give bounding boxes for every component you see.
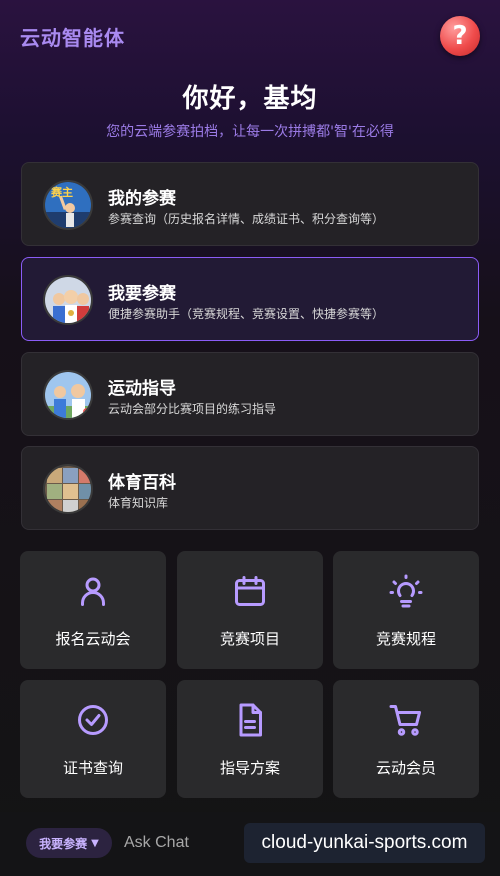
cart-icon xyxy=(389,705,421,736)
tile-label: 竞赛项目 xyxy=(219,630,280,648)
card-description: 云动会部分比赛项目的练习指导 xyxy=(108,402,277,416)
tile-label: 云动会员 xyxy=(375,759,436,777)
tile-competition-rules[interactable]: 竞赛规程 xyxy=(333,551,479,669)
help-glyph: ? xyxy=(452,21,468,51)
check-circle-icon xyxy=(78,705,108,735)
avatar-text: 赛主 xyxy=(50,185,73,199)
greeting-title: 你好，基均 xyxy=(182,84,318,114)
mode-dropdown-button[interactable]: 我要参赛 ▼ xyxy=(26,828,112,858)
card-title: 我的参赛 xyxy=(108,189,176,209)
tile-register[interactable]: 报名云动会 xyxy=(20,551,166,669)
document-icon xyxy=(239,703,262,737)
card-description: 便捷参赛助手（竞赛规程、竞赛设置、快捷参赛等） xyxy=(108,307,385,321)
avatar: 赛主 xyxy=(43,180,93,230)
chevron-down-icon: ▼ xyxy=(91,837,99,849)
avatar xyxy=(43,464,93,514)
avatar xyxy=(43,275,93,325)
tile-label: 指导方案 xyxy=(219,759,280,777)
top-bar: 云动智能体 ? xyxy=(0,0,500,72)
avatar xyxy=(43,370,93,420)
tile-certificate-query[interactable]: 证书查询 xyxy=(20,680,166,798)
watermark: cloud-yunkai-sports.com xyxy=(244,823,485,863)
tile-membership[interactable]: 云动会员 xyxy=(333,680,479,798)
tile-label: 报名云动会 xyxy=(55,630,131,648)
card-sports-encyclopedia[interactable]: 体育百科 体育知识库 xyxy=(21,446,479,530)
greeting-subtitle: 您的云端参赛拍档，让每一次拼搏都'智'在必得 xyxy=(106,124,394,140)
app-title: 云动智能体 xyxy=(20,26,125,50)
mode-label: 我要参赛 xyxy=(39,836,88,851)
tile-label: 证书查询 xyxy=(62,759,123,777)
card-title: 体育百科 xyxy=(108,473,176,493)
tile-label: 竞赛规程 xyxy=(375,630,436,648)
card-description: 体育知识库 xyxy=(108,496,169,510)
tile-guidance-plan[interactable]: 指导方案 xyxy=(177,680,323,798)
card-title: 我要参赛 xyxy=(108,284,176,304)
card-title: 运动指导 xyxy=(108,379,176,399)
chat-input[interactable] xyxy=(124,830,244,856)
card-my-competitions[interactable]: 赛主 我的参赛 参赛查询（历史报名详情、成绩证书、积分查询等） xyxy=(21,162,479,246)
lightbulb-icon xyxy=(389,574,423,608)
user-icon xyxy=(81,577,105,606)
calendar-icon xyxy=(235,576,265,606)
card-join-competition[interactable]: 我要参赛 便捷参赛助手（竞赛规程、竞赛设置、快捷参赛等） xyxy=(21,257,479,341)
card-description: 参赛查询（历史报名详情、成绩证书、积分查询等） xyxy=(108,212,385,226)
card-sports-guidance[interactable]: 运动指导 云动会部分比赛项目的练习指导 xyxy=(21,352,479,436)
tile-competition-items[interactable]: 竞赛项目 xyxy=(177,551,323,669)
question-mark-icon[interactable]: ? xyxy=(440,16,480,56)
